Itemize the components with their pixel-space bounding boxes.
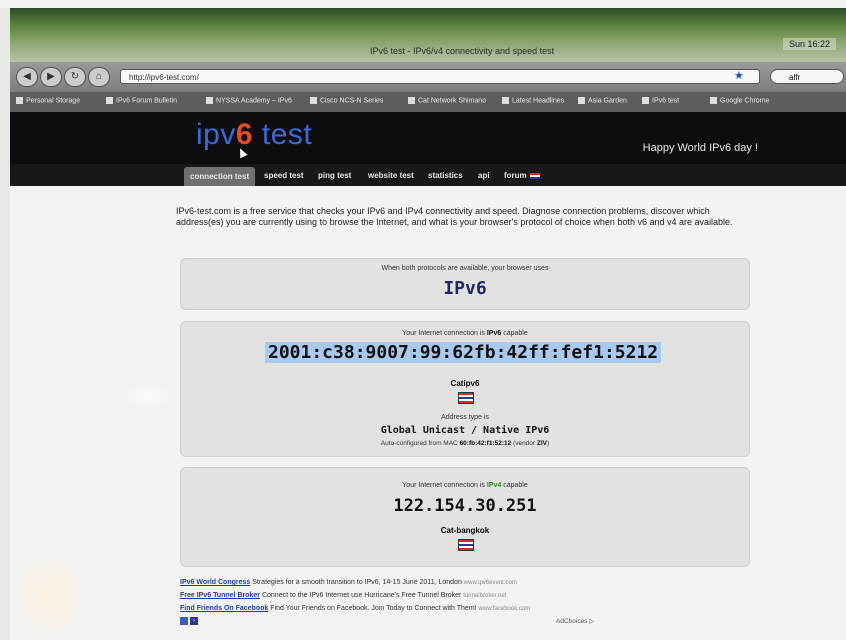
ad-link[interactable]: IPv6 World Congress bbox=[180, 579, 250, 586]
folder-icon bbox=[206, 97, 213, 104]
folder-icon bbox=[408, 97, 415, 104]
main-content: IPv6-test.com is a free service that che… bbox=[10, 186, 846, 640]
folder-icon bbox=[16, 97, 23, 104]
ipv4-address[interactable]: 122.154.30.251 bbox=[181, 496, 749, 516]
tab-connection-test[interactable]: connection test bbox=[184, 167, 256, 186]
tab-speed-test[interactable]: speed test bbox=[264, 169, 304, 183]
site-logo[interactable]: ipv6 test bbox=[196, 118, 312, 152]
autoconf-info: Auto-configured from MAC 60:fb:42:f1:52:… bbox=[380, 440, 550, 447]
back-button[interactable]: ◀ bbox=[16, 67, 38, 87]
folder-icon bbox=[578, 97, 585, 104]
intro-text: IPv6-test.com is a free service that che… bbox=[176, 206, 733, 227]
forward-button[interactable]: ▶ bbox=[40, 67, 62, 87]
folder-icon bbox=[642, 97, 649, 104]
flag-icon bbox=[529, 172, 540, 179]
bookmarks-bar: Personal Storage IPv6 Forum Bulletin NYS… bbox=[10, 92, 846, 112]
bookmark-star-icon[interactable]: ★ bbox=[734, 69, 744, 82]
ipv4-card: Your Internet connection is IPv4 capable… bbox=[180, 467, 750, 567]
folder-icon bbox=[710, 97, 717, 104]
tab-website-test[interactable]: website test bbox=[368, 169, 414, 183]
folder-icon bbox=[310, 97, 317, 104]
tab-api[interactable]: api bbox=[478, 169, 490, 183]
site-tagline: Happy World IPv6 day ! bbox=[642, 142, 758, 154]
window-title: IPv6 test - IPv6/v4 connectivity and spe… bbox=[370, 46, 555, 56]
tab-statistics[interactable]: statistics bbox=[428, 169, 463, 183]
thailand-flag-icon bbox=[458, 392, 474, 404]
reload-icon: ↻ bbox=[70, 71, 80, 82]
ipv6-address[interactable]: 2001:c38:9007:99:62fb:42ff:fef1:5212 bbox=[265, 342, 662, 363]
bookmark-item[interactable]: IPv6 test bbox=[642, 97, 679, 107]
next-icon[interactable]: › bbox=[190, 617, 198, 625]
tab-ping-test[interactable]: ping test bbox=[318, 169, 351, 183]
chevron-right-icon: ▶ bbox=[47, 71, 55, 82]
bookmark-item[interactable]: Personal Storage bbox=[16, 97, 80, 107]
ipv6-card: Your Internet connection is IPv6 capable… bbox=[180, 321, 750, 457]
share-icon[interactable] bbox=[180, 617, 188, 625]
ipv4-capable-label: Your Internet connection is IPv4 capable bbox=[402, 482, 528, 489]
tab-forum[interactable]: forum bbox=[504, 169, 540, 183]
reload-button[interactable]: ↻ bbox=[64, 67, 86, 87]
address-type-label: Address type is bbox=[441, 414, 489, 421]
bookmark-item[interactable]: Cat Network Shimano bbox=[408, 97, 486, 107]
photo-glare bbox=[128, 386, 168, 406]
ad-link[interactable]: Find Friends On Facebook bbox=[180, 605, 268, 612]
bookmark-item[interactable]: Cisco NCS-N Series bbox=[310, 97, 383, 107]
menubar-clock: Sun 16:22 bbox=[782, 38, 836, 50]
browser-window: IPv6 test - IPv6/v4 connectivity and spe… bbox=[10, 8, 846, 640]
ipv6-capable-label: Your Internet connection is IPv6 capable bbox=[402, 330, 528, 337]
ad-link[interactable]: Free IPv6 Tunnel Broker bbox=[180, 592, 260, 599]
browser-toolbar: ◀ ▶ ↻ ⌂ http://ipv6-test.com/ ★ alfr bbox=[10, 62, 846, 92]
ipv4-isp: Cat-bangkok bbox=[440, 526, 490, 535]
monitor-bezel bbox=[0, 0, 846, 8]
adchoices-link[interactable]: AdChoices ▷ bbox=[556, 617, 594, 625]
protocol-value: IPv6 bbox=[443, 278, 487, 299]
ad-item: IPv6 World Congress Strategies for a smo… bbox=[180, 579, 517, 586]
bookmark-item[interactable]: Google Chrome bbox=[710, 97, 769, 107]
bookmark-item[interactable]: NYSSA Academy – IPv6 bbox=[206, 97, 292, 107]
search-input[interactable]: alfr bbox=[770, 69, 844, 84]
window-titlebar: IPv6 test - IPv6/v4 connectivity and spe… bbox=[10, 8, 846, 62]
protocol-card: When both protocols are available, your … bbox=[180, 258, 750, 310]
thailand-flag-icon bbox=[458, 539, 474, 551]
photo-glare bbox=[20, 560, 80, 630]
folder-icon bbox=[106, 97, 113, 104]
bookmark-item[interactable]: Latest Headlines bbox=[502, 97, 564, 107]
site-nav: connection test speed test ping test web… bbox=[10, 164, 846, 186]
site-header: ipv6 test Happy World IPv6 day ! bbox=[10, 112, 846, 164]
ipv6-isp: Catipv6 bbox=[450, 379, 480, 388]
folder-icon bbox=[502, 97, 509, 104]
bookmark-item[interactable]: Asia Garden bbox=[578, 97, 627, 107]
address-type: Global Unicast / Native IPv6 bbox=[380, 425, 550, 436]
home-button[interactable]: ⌂ bbox=[88, 67, 110, 87]
ad-item: Find Friends On Facebook Find Your Frien… bbox=[180, 605, 531, 612]
protocol-label: When both protocols are available, your … bbox=[381, 265, 549, 272]
address-bar[interactable]: http://ipv6-test.com/ bbox=[120, 69, 760, 84]
bookmark-item[interactable]: IPv6 Forum Bulletin bbox=[106, 97, 177, 107]
chevron-left-icon: ◀ bbox=[23, 71, 31, 82]
ad-item: Free IPv6 Tunnel Broker Connect to the I… bbox=[180, 592, 507, 599]
home-icon: ⌂ bbox=[95, 71, 103, 82]
